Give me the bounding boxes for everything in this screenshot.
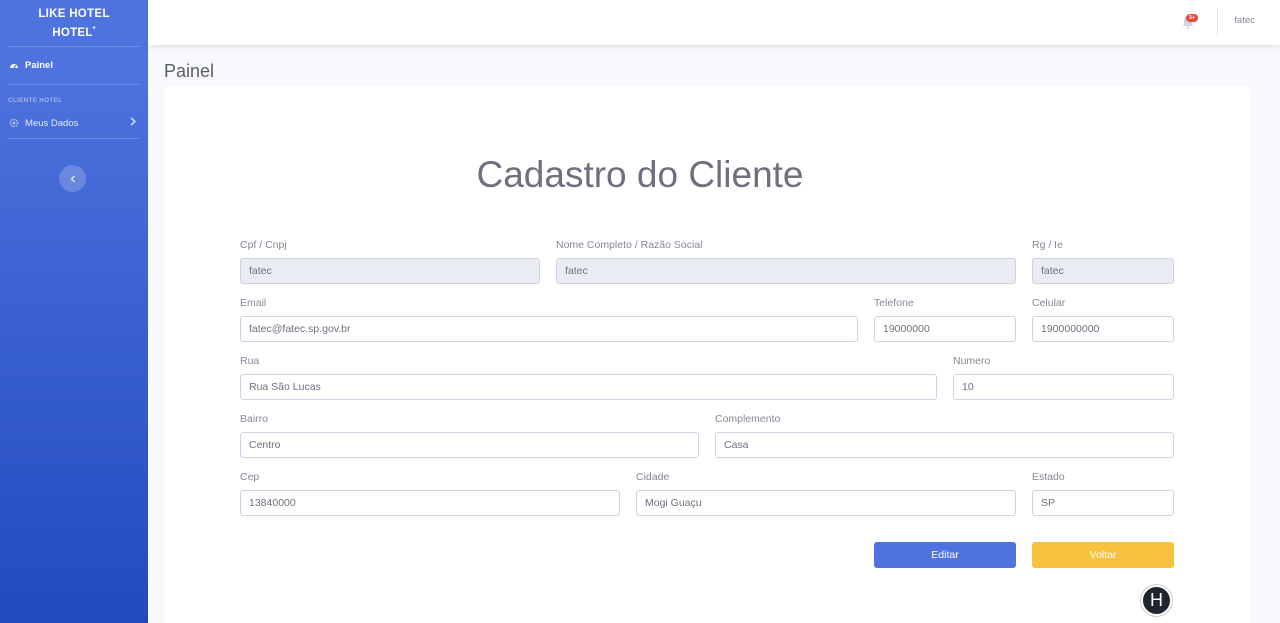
rg-field-group: Rg / Ie fatec (1032, 238, 1174, 284)
edit-button[interactable]: Editar (874, 542, 1016, 568)
numero-field-group: Numero 10 (953, 354, 1174, 400)
telefone-input[interactable]: 19000000 (874, 316, 1016, 342)
brand-line-2: HOTEL (52, 26, 93, 39)
sidebar: LIKE HOTEL HOTEL* Painel CLIENTE HOTEL M… (0, 0, 148, 623)
nome-field-group: Nome Completo / Razão Social fatec (556, 238, 1016, 284)
cidade-label: Cidade (636, 471, 670, 483)
cpf-input[interactable]: fatec (240, 258, 540, 284)
complemento-label: Complemento (715, 413, 781, 425)
bairro-input[interactable]: Centro (240, 432, 699, 458)
nome-label: Nome Completo / Razão Social (556, 239, 703, 251)
email-label: Email (240, 297, 267, 309)
rua-field-group: Rua Rua São Lucas (240, 354, 937, 400)
cep-label: Cep (240, 471, 260, 483)
brand-sup: * (92, 25, 96, 33)
celular-field-group: Celular 1900000000 (1032, 296, 1174, 342)
rua-input[interactable]: Rua São Lucas (240, 374, 937, 400)
topbar: 3+ fatec (148, 0, 1280, 45)
form-title: Cadastro do Cliente (476, 154, 804, 195)
cidade-field-group: Cidade Mogi Guaçu (636, 470, 1016, 516)
nome-input[interactable]: fatec (556, 258, 1016, 284)
user-name[interactable]: fatec (1234, 15, 1255, 26)
rua-label: Rua (240, 355, 260, 367)
complemento-input[interactable]: Casa (715, 432, 1174, 458)
chevron-right-icon (130, 117, 137, 129)
sidebar-heading: CLIENTE HOTEL (8, 97, 63, 104)
email-field-group: Email fatec@fatec.sp.gov.br (240, 296, 858, 342)
rg-label: Rg / Ie (1032, 239, 1063, 251)
alert-badge: 3+ (1185, 14, 1198, 22)
estado-field-group: Estado SP (1032, 470, 1174, 516)
numero-input[interactable]: 10 (953, 374, 1174, 400)
sidebar-item-painel[interactable]: Painel (0, 47, 148, 84)
tachometer-icon (9, 61, 19, 71)
sidebar-divider (8, 138, 140, 139)
sidebar-item-label: Painel (25, 60, 53, 71)
page-title: Painel (164, 61, 215, 81)
sidebar-brand[interactable]: LIKE HOTEL HOTEL* (0, 0, 148, 46)
numero-label: Numero (953, 355, 991, 367)
sidebar-item-label: Meus Dados (25, 117, 79, 129)
back-button[interactable]: Voltar (1032, 542, 1174, 568)
topbar-divider (1217, 8, 1218, 36)
bairro-field-group: Bairro Centro (240, 412, 699, 458)
floating-help-button[interactable]: H (1141, 585, 1172, 616)
brand-line-1: LIKE HOTEL (38, 7, 110, 20)
cpf-label: Cpf / Cnpj (240, 239, 287, 251)
cidade-input[interactable]: Mogi Guaçu (636, 490, 1016, 516)
celular-input[interactable]: 1900000000 (1032, 316, 1174, 342)
cpf-field-group: Cpf / Cnpj fatec (240, 238, 540, 284)
cep-field-group: Cep 13840000 (240, 470, 620, 516)
rg-input[interactable]: fatec (1032, 258, 1174, 284)
email-input[interactable]: fatec@fatec.sp.gov.br (240, 316, 858, 342)
cog-icon (9, 118, 19, 128)
complemento-field-group: Complemento Casa (715, 412, 1174, 458)
cep-input[interactable]: 13840000 (240, 490, 620, 516)
bairro-label: Bairro (240, 413, 269, 425)
sidebar-item-meus-dados[interactable]: Meus Dados (0, 108, 148, 138)
telefone-label: Telefone (874, 297, 914, 309)
celular-label: Celular (1032, 297, 1066, 309)
estado-input[interactable]: SP (1032, 490, 1174, 516)
estado-label: Estado (1032, 471, 1065, 483)
telefone-field-group: Telefone 19000000 (874, 296, 1016, 342)
